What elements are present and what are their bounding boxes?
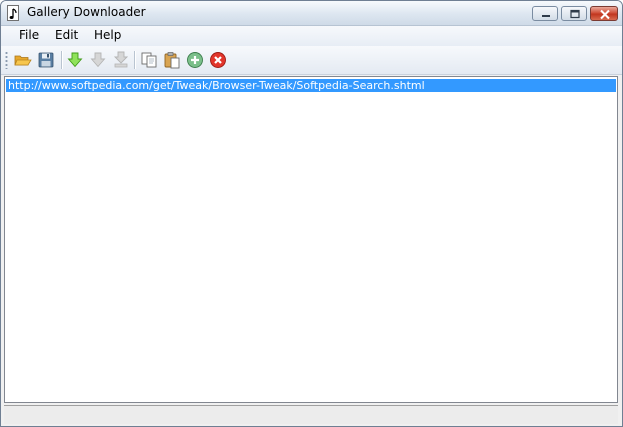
toolbar-separator [61, 51, 63, 69]
list-item[interactable]: http://www.softpedia.com/get/Tweak/Brows… [6, 79, 616, 92]
copy-button[interactable] [140, 51, 158, 69]
menu-bar: File Edit Help [1, 26, 622, 46]
toolbar [1, 46, 622, 75]
open-folder-icon [14, 55, 32, 66]
minimize-icon [542, 15, 550, 17]
music-note-icon[interactable] [7, 5, 19, 21]
url-text: http://www.softpedia.com/get/Tweak/Brows… [8, 79, 425, 92]
download-arrow-disabled-icon [90, 52, 106, 68]
title-bar[interactable]: Gallery Downloader [1, 1, 622, 26]
download-arrow-icon [67, 52, 83, 68]
menu-help[interactable]: Help [91, 28, 124, 42]
maximize-icon [570, 9, 580, 19]
add-url-button[interactable] [186, 51, 204, 69]
download-all-button[interactable] [112, 51, 130, 69]
download-button[interactable] [66, 51, 84, 69]
save-disk-icon [38, 52, 54, 68]
url-list[interactable]: http://www.softpedia.com/get/Tweak/Brows… [4, 76, 618, 403]
add-globe-icon [187, 52, 203, 68]
close-button[interactable] [590, 6, 618, 21]
close-icon [600, 9, 610, 20]
download-all-disabled-icon [113, 51, 129, 68]
maximize-button[interactable] [561, 6, 587, 21]
stop-button[interactable] [209, 51, 227, 69]
window-title: Gallery Downloader [27, 5, 146, 19]
menu-file[interactable]: File [16, 28, 42, 42]
download-selected-button[interactable] [89, 51, 107, 69]
minimize-button[interactable] [532, 6, 558, 21]
toolbar-separator [134, 51, 136, 69]
menu-edit[interactable]: Edit [52, 28, 81, 42]
status-bar [4, 405, 618, 424]
save-button[interactable] [37, 51, 55, 69]
toolbar-grip[interactable] [5, 51, 8, 69]
copy-icon [141, 52, 157, 68]
paste-button[interactable] [163, 51, 181, 69]
app-window: Gallery Downloader File Edit Help http:/… [0, 0, 623, 427]
stop-icon [210, 52, 226, 68]
paste-icon [164, 52, 180, 69]
open-button[interactable] [14, 51, 32, 69]
